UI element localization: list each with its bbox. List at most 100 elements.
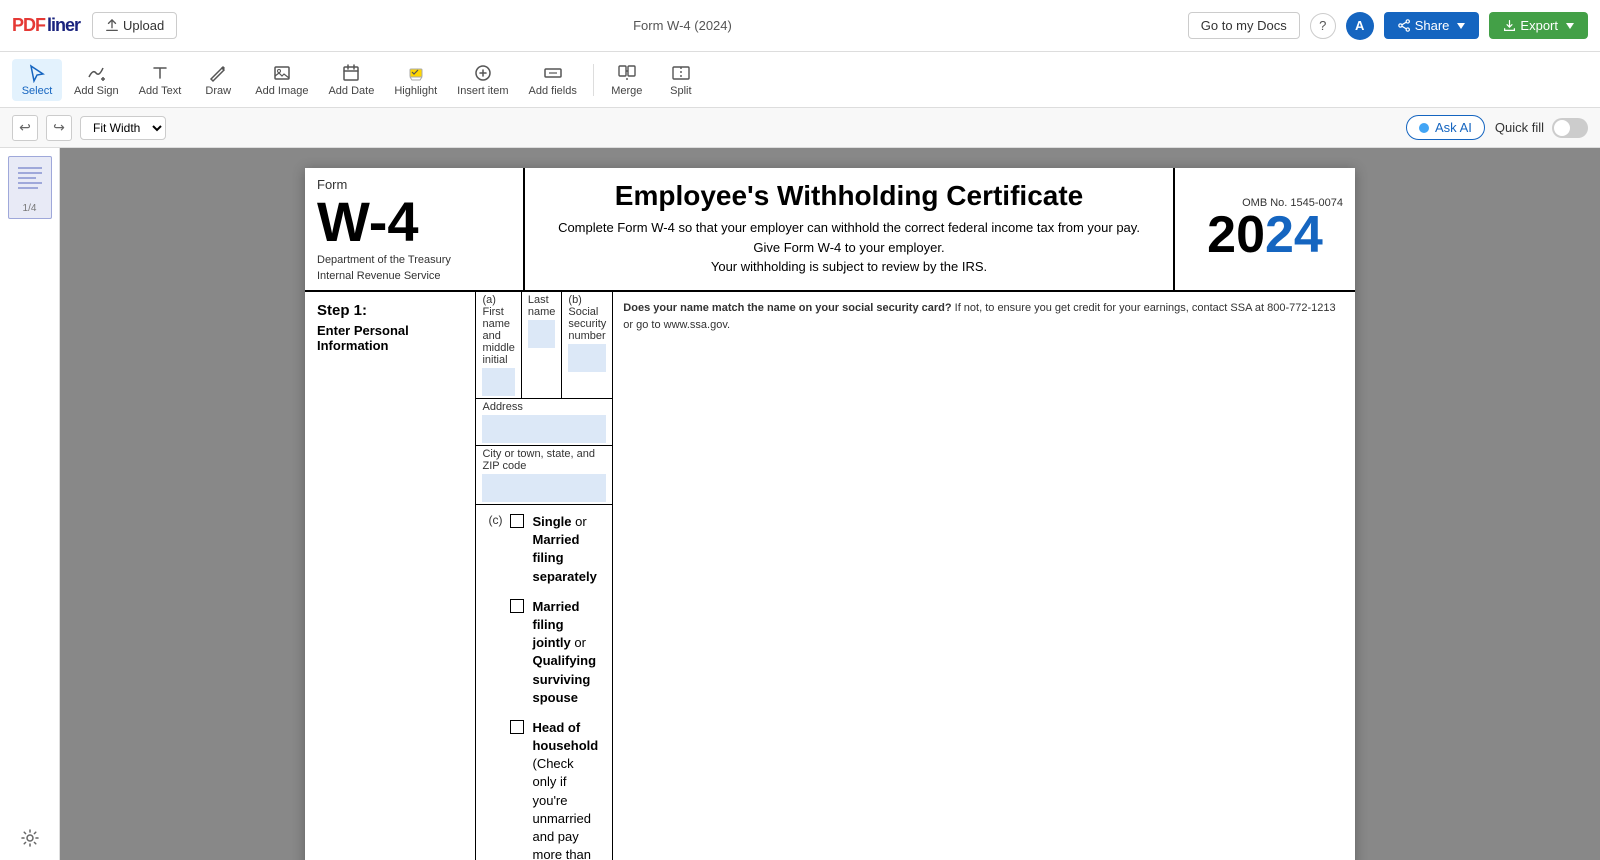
form-header-right: OMB No. 1545-0074 2024: [1175, 168, 1355, 290]
upload-icon: [105, 19, 119, 33]
quick-fill-label: Quick fill: [1495, 120, 1544, 135]
ssn-label: (b) Social security number: [568, 294, 606, 342]
dept-line1: Department of the Treasury: [317, 254, 511, 266]
form-title: Employee's Withholding Certificate: [537, 180, 1161, 212]
logo-pdf: PDF: [12, 15, 45, 36]
share-icon: [1398, 19, 1411, 32]
insert-item-icon: [473, 63, 493, 83]
fit-width-select[interactable]: Fit Width: [80, 116, 166, 140]
avatar[interactable]: A: [1346, 12, 1374, 40]
topbar: PDFliner Upload Form W-4 (2024) Go to my…: [0, 0, 1600, 52]
undo-button[interactable]: ↩: [12, 115, 38, 141]
logo: PDFliner: [12, 15, 80, 36]
insert-item-tool-button[interactable]: Insert item: [449, 59, 516, 101]
help-button[interactable]: ?: [1310, 13, 1336, 39]
add-date-tool-button[interactable]: Add Date: [320, 59, 382, 101]
main-content: 1/4 Form W-4 Department of the Treasury: [0, 148, 1600, 860]
checkbox-section: (c) Single or Married filing separately: [476, 505, 612, 860]
married-joint-checkbox[interactable]: [510, 599, 524, 613]
dept-line2: Internal Revenue Service: [317, 270, 511, 282]
merge-icon: [617, 63, 637, 83]
form-number: W-4: [317, 194, 511, 250]
add-image-icon: [272, 63, 292, 83]
ssn-cell: (b) Social security number: [562, 292, 612, 398]
topbar-right: Go to my Docs ? A Share Export: [1188, 12, 1588, 40]
toolbar: Select Add Sign Add Text Draw: [0, 52, 1600, 108]
married-joint-label: Married filing jointly or Qualifying sur…: [532, 598, 600, 707]
ssn-input[interactable]: [568, 344, 606, 372]
go-to-docs-button[interactable]: Go to my Docs: [1188, 12, 1300, 39]
quick-fill-toggle[interactable]: [1552, 118, 1588, 138]
first-name-input[interactable]: [482, 368, 514, 396]
single-filing-row: Single or Married filing separately: [510, 513, 600, 586]
add-sign-icon: [86, 63, 106, 83]
page-thumb-icon: [14, 161, 46, 201]
form-header-center: Employee's Withholding Certificate Compl…: [525, 168, 1175, 290]
city-cell: City or town, state, and ZIP code: [476, 446, 612, 504]
filing-status-options: Single or Married filing separately Marr…: [510, 513, 600, 860]
address-label: Address: [482, 401, 606, 413]
single-filing-checkbox[interactable]: [510, 514, 524, 528]
first-name-label: (a) First name and middle initial: [482, 294, 514, 366]
form-page: Form W-4 Department of the Treasury Inte…: [305, 168, 1355, 860]
upload-button[interactable]: Upload: [92, 12, 177, 39]
head-household-label: Head of household (Check only if you're …: [532, 719, 600, 860]
last-name-input[interactable]: [528, 320, 556, 348]
city-row: City or town, state, and ZIP code: [476, 446, 612, 505]
address-cell: Address: [476, 399, 612, 445]
highlight-icon: [406, 63, 426, 83]
city-input[interactable]: [482, 474, 606, 502]
ask-ai-button[interactable]: Ask AI: [1406, 115, 1485, 140]
form-year: 2024: [1207, 209, 1323, 261]
filing-status-label: (c): [488, 513, 502, 527]
step1-label: Step 1: Enter Personal Information: [305, 292, 476, 860]
address-input[interactable]: [482, 415, 606, 443]
settings-icon: [20, 828, 40, 848]
add-fields-tool-button[interactable]: Add fields: [521, 59, 585, 101]
pdf-viewer[interactable]: Form W-4 Department of the Treasury Inte…: [60, 148, 1600, 860]
add-sign-tool-button[interactable]: Add Sign: [66, 59, 127, 101]
export-chevron-icon: [1566, 23, 1574, 29]
first-name-cell: (a) First name and middle initial: [476, 292, 521, 398]
split-icon: [671, 63, 691, 83]
select-tool-button[interactable]: Select: [12, 59, 62, 101]
add-text-icon: [150, 63, 170, 83]
merge-tool-button[interactable]: Merge: [602, 59, 652, 101]
address-row: Address: [476, 399, 612, 446]
redo-button[interactable]: ↪: [46, 115, 72, 141]
city-label: City or town, state, and ZIP code: [482, 448, 606, 472]
export-icon: [1503, 19, 1516, 32]
page-thumbnail[interactable]: 1/4: [8, 156, 52, 219]
add-image-tool-button[interactable]: Add Image: [247, 59, 316, 101]
export-button[interactable]: Export: [1489, 12, 1588, 39]
split-tool-button[interactable]: Split: [656, 59, 706, 101]
married-joint-row: Married filing jointly or Qualifying sur…: [510, 598, 600, 707]
add-fields-icon: [543, 63, 563, 83]
filing-status-row: (c) Single or Married filing separately: [476, 505, 612, 860]
select-icon: [27, 63, 47, 83]
name-row: (a) First name and middle initial Last n…: [476, 292, 612, 399]
draw-icon: [208, 63, 228, 83]
sub-toolbar: ↩ ↪ Fit Width Ask AI Quick fill: [0, 108, 1600, 148]
step1-section: Step 1: Enter Personal Information (a) F…: [305, 292, 1355, 860]
sidebar-settings-button[interactable]: [16, 824, 44, 852]
step1-side-note: Does your name match the name on your so…: [613, 292, 1355, 860]
form-header: Form W-4 Department of the Treasury Inte…: [305, 168, 1355, 292]
last-name-label: Last name: [528, 294, 556, 318]
sub-toolbar-right: Ask AI Quick fill: [1406, 115, 1588, 140]
last-name-cell: Last name: [522, 292, 563, 398]
share-chevron-icon: [1457, 23, 1465, 29]
head-household-row: Head of household (Check only if you're …: [510, 719, 600, 860]
add-text-tool-button[interactable]: Add Text: [131, 59, 190, 101]
checkbox-row-container: (c) Single or Married filing separately: [488, 513, 600, 860]
page-number: 1/4: [23, 203, 37, 214]
logo-liner: liner: [47, 15, 80, 36]
quick-fill-container: Quick fill: [1495, 118, 1588, 138]
highlight-tool-button[interactable]: Highlight: [386, 59, 445, 101]
head-household-checkbox[interactable]: [510, 720, 524, 734]
single-filing-label: Single or Married filing separately: [532, 513, 600, 586]
form-header-left: Form W-4 Department of the Treasury Inte…: [305, 168, 525, 290]
ask-ai-dot-icon: [1419, 123, 1429, 133]
share-button[interactable]: Share: [1384, 12, 1480, 39]
draw-tool-button[interactable]: Draw: [193, 59, 243, 101]
